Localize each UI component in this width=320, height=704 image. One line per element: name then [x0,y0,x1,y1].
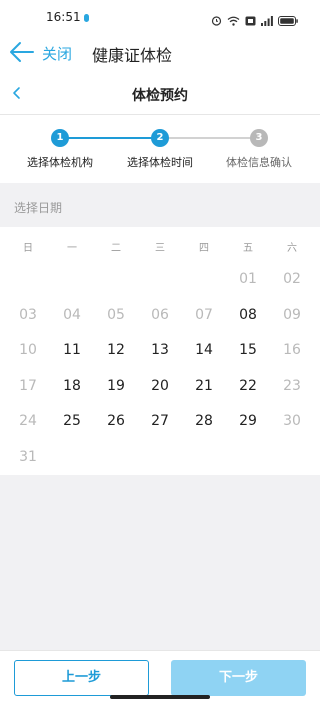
calendar-day-available[interactable]: 27 [138,413,182,429]
prev-step-button[interactable]: 上一步 [14,660,149,696]
calendar-day-available[interactable]: 12 [94,342,138,358]
step-3-label: 体检信息确认 [226,156,292,169]
calendar-day-available[interactable]: 29 [226,413,270,429]
calendar-day-unavailable: 02 [283,271,301,287]
signal-icon [261,11,273,30]
calendar-day-available[interactable]: 13 [138,342,182,358]
step-1-circle: 1 [51,129,69,147]
app-title: 健康证体检 [92,46,173,65]
calendar-day-unavailable: 16 [283,342,301,358]
back-arrow-icon[interactable] [8,38,36,66]
step-3-circle: 3 [250,129,268,147]
calendar: 日 一 二 三 四 五 六 01 02 03 04 05 06 07 08 09 10 11 12 13 14 15 16 1… [0,227,320,475]
status-time: 16:51 [46,10,81,24]
calendar-day-available[interactable]: 20 [138,378,182,394]
calendar-day-unavailable: 03 [19,306,37,323]
status-indicator-dot [84,14,89,22]
calendar-day-available[interactable]: 14 [182,342,226,358]
close-button[interactable]: 关闭 [42,43,72,64]
status-icons [211,11,298,30]
calendar-day-available[interactable]: 28 [182,413,226,429]
calendar-day-unavailable: 01 [239,271,257,287]
calendar-day-unavailable: 31 [19,448,37,465]
calendar-day-available[interactable]: 22 [226,378,270,394]
step-2-label: 选择体检时间 [127,156,193,169]
calendar-day-unavailable: 09 [283,306,301,323]
wifi-icon [227,11,240,30]
calendar-day-available[interactable]: 18 [50,378,94,394]
calendar-day-unavailable: 05 [107,306,125,323]
next-step-button[interactable]: 下一步 [171,660,306,696]
calendar-day-unavailable: 10 [19,342,37,358]
step-progress: 1 2 3 选择体检机构 选择体检时间 体检信息确认 [0,115,320,183]
alarm-icon [211,11,222,30]
page-header: 体检预约 [0,74,320,114]
calendar-day-unavailable: 06 [151,306,169,323]
calendar-day-available[interactable]: 08 [226,307,270,323]
calendar-day-unavailable: 07 [195,306,213,323]
step-connector-1 [60,137,160,139]
weekday-header: 六 [287,243,297,254]
date-section-caption: 选择日期 [14,201,63,215]
status-bar: 16:51 [0,0,320,34]
calendar-day-available[interactable]: 19 [94,378,138,394]
page-title: 体检预约 [132,88,188,104]
hd-icon [245,11,256,30]
home-indicator [110,695,210,699]
calendar-day-available[interactable]: 25 [50,413,94,429]
weekday-header: 五 [243,243,253,254]
step-connector-2 [160,137,259,139]
calendar-day-available[interactable]: 21 [182,378,226,394]
calendar-day-available[interactable]: 26 [94,413,138,429]
calendar-day-unavailable: 24 [19,413,37,429]
calendar-day-unavailable: 23 [283,377,301,394]
calendar-day-unavailable: 17 [19,377,37,394]
weekday-header: 一 [67,243,77,254]
weekday-header: 二 [111,243,121,254]
weekday-header: 日 [23,243,33,254]
app-bar: 关闭 健康证体检 [0,34,320,72]
weekday-header: 三 [155,243,165,254]
calendar-day-unavailable: 30 [283,413,301,429]
step-2-circle: 2 [151,129,169,147]
step-1-label: 选择体检机构 [27,156,93,169]
battery-icon [278,11,298,30]
calendar-day-unavailable: 04 [63,306,81,323]
weekday-header: 四 [199,243,209,254]
calendar-day-available[interactable]: 15 [226,342,270,358]
calendar-day-available[interactable]: 11 [50,342,94,358]
